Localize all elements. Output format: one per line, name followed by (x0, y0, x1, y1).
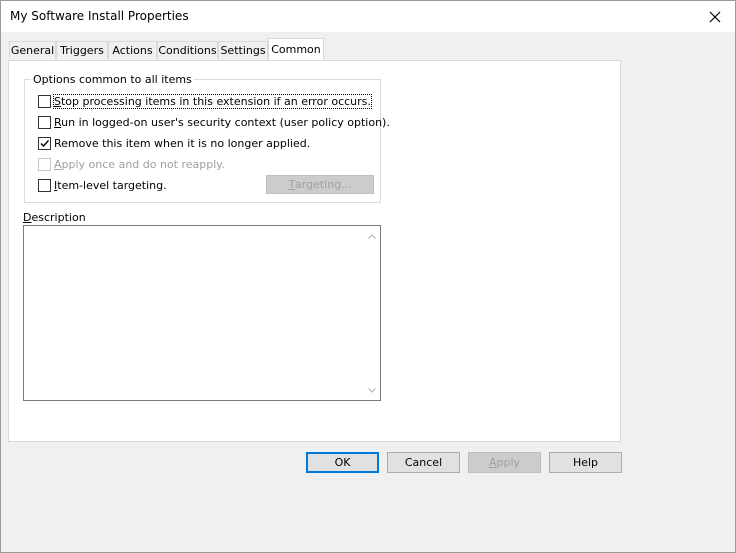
ok-button[interactable]: OK (306, 452, 379, 473)
option-remove-item[interactable]: Remove this item when it is no longer ap… (38, 136, 310, 150)
option-item-level-targeting[interactable]: Item-level targeting. (38, 178, 167, 192)
properties-dialog: My Software Install Properties General T… (0, 0, 736, 553)
remove-item-checkbox[interactable] (38, 136, 51, 150)
remove-item-label: Remove this item when it is no longer ap… (54, 136, 311, 150)
checkmark-icon (40, 139, 50, 147)
description-scrollbar[interactable] (363, 226, 380, 400)
scroll-down-arrow[interactable] (367, 386, 376, 395)
tab-common[interactable]: Common (268, 38, 324, 60)
stop-processing-checkbox[interactable] (38, 94, 51, 108)
stop-processing-label: Stop processing items in this extension … (53, 93, 372, 109)
tab-conditions[interactable]: Conditions (157, 41, 218, 59)
run-user-context-label: Run in logged-on user's security context… (54, 115, 390, 129)
cancel-button[interactable]: Cancel (387, 452, 460, 473)
help-button[interactable]: Help (549, 452, 622, 473)
option-run-user-context[interactable]: Run in logged-on user's security context… (38, 115, 390, 129)
title-bar: My Software Install Properties (1, 1, 735, 32)
apply-button: Apply (468, 452, 541, 473)
common-tab-panel: Options common to all items Stop process… (8, 60, 621, 442)
apply-once-label: Apply once and do not reapply. (54, 157, 225, 171)
apply-once-checkbox (38, 157, 51, 171)
close-icon (709, 11, 721, 22)
tab-triggers[interactable]: Triggers (56, 41, 108, 59)
description-textarea[interactable] (23, 225, 381, 401)
targeting-button: Targeting... (266, 175, 374, 194)
chevron-up-icon (367, 234, 376, 239)
description-label: Description (23, 211, 86, 224)
close-button[interactable] (695, 1, 735, 32)
item-level-targeting-label: Item-level targeting. (54, 178, 167, 192)
window-title: My Software Install Properties (10, 9, 189, 23)
chevron-down-icon (367, 388, 376, 393)
tab-actions[interactable]: Actions (108, 41, 157, 59)
options-group-legend: Options common to all items (31, 73, 194, 86)
option-stop-processing[interactable]: Stop processing items in this extension … (38, 93, 372, 109)
options-groupbox: Options common to all items Stop process… (24, 73, 390, 203)
item-level-targeting-checkbox[interactable] (38, 178, 51, 192)
tab-general[interactable]: General (9, 41, 56, 59)
run-user-context-checkbox[interactable] (38, 115, 51, 129)
option-apply-once: Apply once and do not reapply. (38, 157, 225, 171)
scroll-up-arrow[interactable] (367, 232, 376, 241)
tab-settings[interactable]: Settings (218, 41, 268, 59)
